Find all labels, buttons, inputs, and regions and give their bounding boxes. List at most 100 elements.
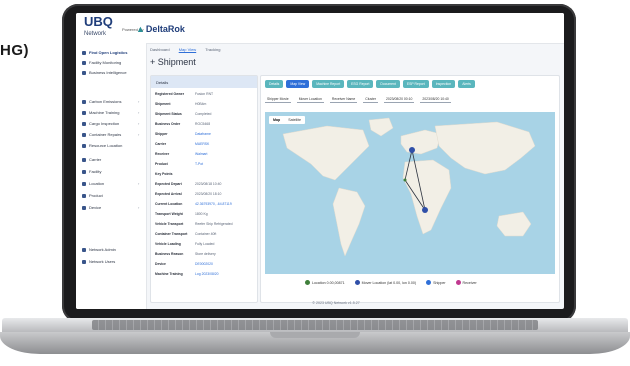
- map-legend: Location 0.00,00871 Mover Location (lat …: [305, 280, 477, 285]
- location-icon: [82, 181, 86, 186]
- sidebar-item-network-admin[interactable]: Network Admin: [82, 247, 116, 252]
- sidebar-item-carrier[interactable]: Carrier: [82, 157, 101, 162]
- tab-details[interactable]: Details: [265, 80, 284, 88]
- chevron-right-icon: ›: [138, 181, 140, 186]
- detail-row: Carrier MAERSK: [155, 142, 209, 146]
- map-type-satellite[interactable]: Satellite: [284, 116, 305, 124]
- asia-shape: [434, 121, 536, 175]
- detail-row: Container Transport Container 40ft: [155, 232, 216, 236]
- sidebar-item-network-users[interactable]: Network Users: [82, 259, 115, 264]
- sidebar-item-label: Machine Training: [89, 110, 120, 115]
- map-panel: Details Map View Machine Report ESG Repo…: [260, 75, 560, 303]
- sidebar-item-facility-monitoring[interactable]: Facility Monitoring: [82, 60, 121, 65]
- detail-value: H0B4m: [195, 102, 207, 106]
- sidebar-item-product[interactable]: Product: [82, 193, 103, 198]
- legend-location: Location 0.00,00871: [305, 280, 345, 285]
- sidebar-item-label: Resource Location: [89, 143, 123, 148]
- sidebar-item-find-open-logistics[interactable]: Find Open Logistics: [82, 50, 127, 55]
- receiver-filter[interactable]: Receiver Name: [329, 96, 358, 103]
- map-type-map[interactable]: Map: [269, 116, 284, 124]
- logo-sub: Network: [84, 31, 107, 37]
- cluster-filter[interactable]: Cluster: [363, 96, 378, 103]
- destination-marker: [422, 207, 428, 213]
- waypoint-marker: [403, 178, 407, 182]
- app-screen: UBQ Network Powered By ▲DeltaRok Find Op…: [76, 13, 564, 309]
- sidebar-item-device[interactable]: Device: [82, 205, 101, 210]
- machine-training-link[interactable]: Log 2023/08/20: [195, 272, 219, 276]
- logo-main: UBQ: [84, 14, 113, 29]
- monitor-icon: [82, 60, 86, 65]
- detail-row: Machine Training Log 2023/08/20: [155, 272, 219, 276]
- tab-inspection[interactable]: Inspection: [431, 80, 456, 88]
- sidebar-item-label: Carrier: [89, 157, 102, 162]
- app-logo[interactable]: UBQ Network: [84, 14, 113, 40]
- sidebar-item-cargo-inspection[interactable]: Cargo Inspection: [82, 121, 119, 126]
- truck-icon: [82, 157, 86, 162]
- sidebar-item-location[interactable]: Location: [82, 181, 104, 186]
- origin-marker: [409, 147, 415, 153]
- sidebar-item-label: Business Intelligence: [89, 70, 127, 75]
- detail-label: Business Order: [155, 122, 181, 126]
- detail-label: Product: [155, 162, 168, 166]
- breadcrumb-tracking[interactable]: Tracking: [205, 47, 220, 52]
- detail-row: Shipment Status Completed: [155, 112, 211, 116]
- sidebar-item-resource-location[interactable]: Resource Location: [82, 143, 122, 148]
- receiver-link[interactable]: Walmart: [195, 152, 208, 156]
- shipper-link[interactable]: Dataframe: [195, 132, 211, 136]
- south-america-shape: [332, 187, 366, 257]
- detail-label: Transport Weight: [155, 212, 183, 216]
- location-pin-icon: [82, 50, 86, 55]
- sidebar-item-label: Network Users: [89, 259, 116, 264]
- map-icon: [82, 143, 86, 148]
- location-pin-icon: [426, 280, 432, 285]
- map-type-toggle: Map Satellite: [269, 116, 305, 124]
- chevron-right-icon: ›: [138, 110, 140, 115]
- detail-label: Registered Owner: [155, 92, 185, 96]
- sidebar-item-carbon-emissions[interactable]: Carbon Emissions: [82, 99, 121, 104]
- product-link[interactable]: T-Pot: [195, 162, 203, 166]
- detail-row: Shipper Dataframe: [155, 132, 211, 136]
- sidebar-item-label: Product: [89, 193, 103, 198]
- chevron-right-icon: ›: [138, 121, 140, 126]
- sidebar-item-facility[interactable]: Facility: [82, 169, 101, 174]
- breadcrumb-map-view[interactable]: Map View: [179, 47, 197, 52]
- tab-map-view[interactable]: Map View: [286, 80, 310, 88]
- tab-alerts[interactable]: Alerts: [458, 80, 475, 88]
- delta-icon: ▲: [136, 24, 145, 34]
- detail-row: Business Order ROC5468: [155, 122, 210, 126]
- detail-label: Key Points: [155, 172, 173, 176]
- shipper-filter[interactable]: Shipper Movie: [265, 96, 291, 103]
- end-date-field[interactable]: 2023/08/20 10:40: [420, 96, 451, 103]
- start-date-field[interactable]: 2023/08/20 00:10: [384, 96, 415, 103]
- detail-value: Fusion RNT: [195, 92, 214, 96]
- breadcrumb-dashboard[interactable]: Dashboard: [150, 47, 170, 52]
- sidebar-item-machine-training[interactable]: Machine Training: [82, 110, 119, 115]
- detail-row: Vehicle Transport Reefer Ship Refrigerate…: [155, 222, 233, 226]
- detail-value: Completed: [195, 112, 212, 116]
- tab-document[interactable]: Document: [376, 80, 400, 88]
- tab-esp-report[interactable]: ESP Report: [402, 80, 429, 88]
- top-bar: UBQ Network Powered By ▲DeltaRok: [76, 13, 564, 44]
- device-icon: [82, 205, 86, 210]
- detail-row: Key Points: [155, 172, 195, 176]
- sidebar-item-label: Container Repairs: [89, 132, 122, 137]
- detail-value: Reefer Ship Refrigerated: [195, 222, 233, 226]
- greenland-shape: [368, 117, 394, 137]
- detail-row: Business Reason Store delivery: [155, 252, 216, 256]
- current-location-link[interactable]: 42.36793970, -64.87119: [195, 202, 232, 206]
- carrier-link[interactable]: MAERSK: [195, 142, 209, 146]
- mover-location-filter[interactable]: Mover Location: [296, 96, 324, 103]
- sidebar-item-container-repairs[interactable]: Container Repairs: [82, 132, 121, 137]
- world-map[interactable]: Map Satellite: [265, 112, 555, 274]
- detail-row: Receiver Walmart: [155, 152, 208, 156]
- detail-row: Product T-Pot: [155, 162, 203, 166]
- tab-machine-report[interactable]: Machine Report: [312, 80, 345, 88]
- detail-row: Vehicle Loading Fully Loaded: [155, 242, 214, 246]
- sidebar-item-label: Carbon Emissions: [89, 99, 122, 104]
- chevron-right-icon: ›: [138, 99, 140, 104]
- device-link[interactable]: DE0002020: [195, 262, 213, 266]
- chevron-right-icon: ›: [138, 205, 140, 210]
- sidebar-item-business-intelligence[interactable]: Business Intelligence: [82, 70, 127, 75]
- partner-logo: ▲DeltaRok: [136, 24, 185, 34]
- tab-esg-report[interactable]: ESG Report: [347, 80, 374, 88]
